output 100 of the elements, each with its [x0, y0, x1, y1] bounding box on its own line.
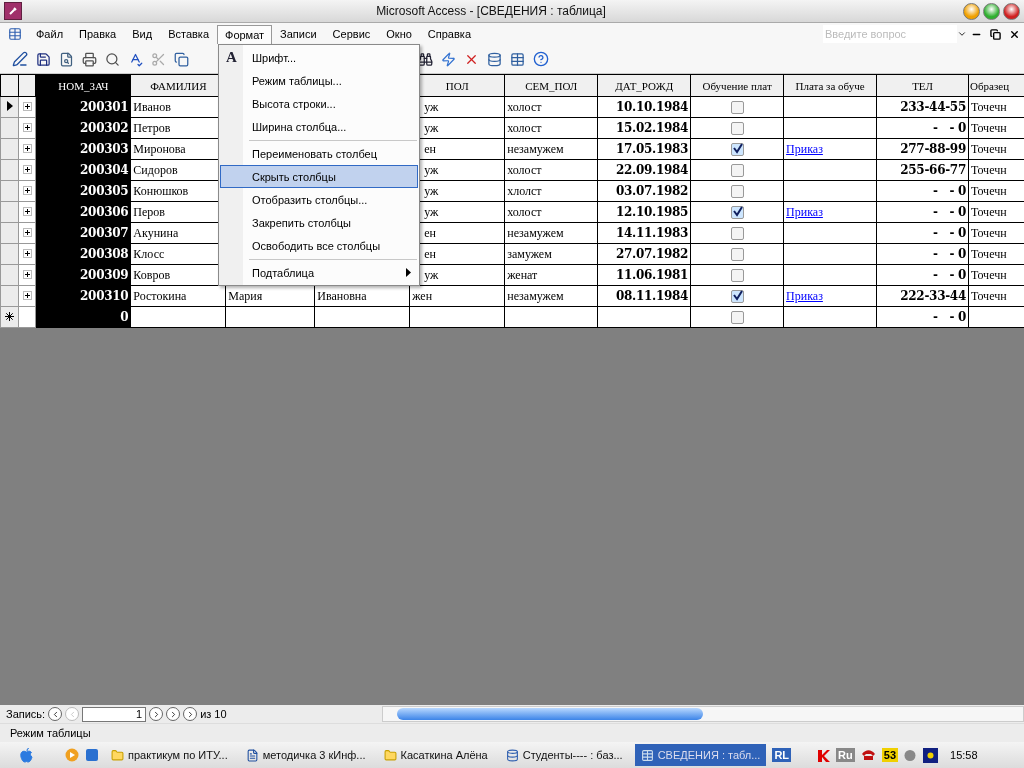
checkbox[interactable]	[730, 143, 744, 157]
phone-icon[interactable]	[860, 749, 876, 761]
table-cell: Акунина	[133, 225, 179, 240]
checkbox[interactable]	[730, 206, 744, 220]
tray-badge[interactable]: 53	[881, 748, 898, 762]
app-icon	[4, 2, 22, 20]
new-record-button[interactable]	[183, 707, 198, 721]
table-cell: Точечн	[971, 246, 1007, 261]
expand-icon[interactable]	[22, 122, 32, 132]
menu-item[interactable]: Скрыть столбцы	[220, 165, 418, 188]
expand-icon[interactable]	[22, 269, 32, 279]
launcher-icon[interactable]	[85, 748, 99, 762]
menu-item[interactable]: Ширина столбца...	[220, 115, 418, 138]
scrollbar-thumb[interactable]	[397, 708, 703, 720]
table-cell: холост	[507, 99, 542, 114]
keyboard-layout-indicator[interactable]: Ru	[836, 748, 855, 762]
expand-icon[interactable]	[22, 164, 32, 174]
antivirus-icon[interactable]	[817, 748, 831, 762]
menu-item[interactable]: Справка	[419, 24, 479, 44]
network-icon[interactable]	[923, 747, 938, 763]
checkbox[interactable]	[730, 101, 744, 115]
taskbar-button[interactable]: СВЕДЕНИЯ : табл...	[634, 744, 767, 766]
menu-item[interactable]: A Шрифт...	[220, 46, 418, 69]
menu-item[interactable]: Формат	[217, 24, 273, 44]
checkbox[interactable]	[730, 122, 744, 136]
table-cell: 200308	[80, 246, 129, 261]
checkbox[interactable]	[730, 269, 744, 283]
expand-icon[interactable]	[22, 206, 32, 216]
table-icon[interactable]	[8, 27, 22, 41]
table-cell: - - 0	[933, 267, 966, 282]
menu-item[interactable]: Закрепить столбцы	[220, 211, 418, 234]
last-record-button[interactable]	[166, 707, 181, 721]
search-icon[interactable]	[59, 51, 74, 67]
preview-icon[interactable]	[105, 51, 120, 67]
menu-item[interactable]: Файл	[28, 24, 72, 44]
folder-icon	[383, 748, 397, 762]
copy-icon[interactable]	[174, 51, 189, 67]
column-header[interactable]: ДАТ_РОЖД	[597, 74, 691, 97]
taskbar-button[interactable]: Студенты---- : баз...	[499, 744, 629, 766]
expand-icon[interactable]	[22, 248, 32, 258]
checkbox[interactable]	[730, 227, 744, 241]
column-header[interactable]: Образец	[968, 74, 1024, 97]
menu-item[interactable]: Вид	[124, 24, 161, 44]
checkbox[interactable]	[730, 185, 744, 199]
printer-icon[interactable]	[82, 51, 97, 67]
checkbox[interactable]	[730, 290, 744, 304]
close-icon[interactable]	[1009, 28, 1020, 40]
checkbox[interactable]	[730, 164, 744, 178]
first-record-button[interactable]	[48, 707, 63, 721]
menu-item[interactable]: Правка	[71, 24, 125, 44]
menu-item[interactable]: Записи	[272, 24, 325, 44]
new-record-icon[interactable]	[441, 51, 456, 67]
expand-icon[interactable]	[22, 185, 32, 195]
next-record-button[interactable]	[149, 707, 164, 721]
row-selector[interactable]	[0, 306, 19, 328]
minimize-button[interactable]	[963, 2, 980, 20]
save-icon[interactable]	[36, 51, 51, 67]
menu-item[interactable]: Освободить все столбцы	[220, 234, 418, 257]
column-header[interactable]: Плата за обуче	[783, 74, 877, 97]
expand-icon[interactable]	[22, 290, 32, 300]
help-field[interactable]: Введите вопрос	[823, 25, 957, 43]
taskbar-button[interactable]: практикум по ИТУ...	[105, 744, 234, 766]
restore-icon[interactable]	[990, 28, 1001, 40]
expand-icon[interactable]	[22, 227, 32, 237]
spelling-icon[interactable]	[128, 51, 143, 67]
dropdown-icon[interactable]	[957, 29, 967, 39]
close-button[interactable]	[1003, 2, 1020, 20]
expand-icon[interactable]	[22, 143, 32, 153]
table-cell: 222-33-44	[900, 288, 966, 303]
column-header[interactable]: НОМ_ЗАЧ	[35, 74, 131, 97]
expand-icon[interactable]	[22, 101, 32, 111]
taskbar-button[interactable]: Касаткина Алёна	[377, 744, 494, 766]
apple-icon[interactable]	[20, 747, 33, 763]
row-selector[interactable]	[0, 96, 19, 118]
record-number-field[interactable]: 1	[82, 706, 147, 722]
menu-item[interactable]: Сервис	[324, 24, 379, 44]
table-cell: Точечн	[971, 162, 1007, 177]
taskbar-button[interactable]: методичка 3 кИнф...	[239, 744, 372, 766]
checkbox[interactable]	[730, 311, 744, 325]
checkbox[interactable]	[730, 248, 744, 262]
table-cell: женат	[507, 267, 538, 282]
table-cell: 255-66-77	[900, 162, 966, 177]
column-header[interactable]: Обучение плат	[690, 74, 784, 97]
table-cell: - - 0	[933, 309, 966, 324]
maximize-button[interactable]	[983, 2, 1000, 20]
menu-item[interactable]: Отобразить столбцы...	[220, 188, 418, 211]
horizontal-scrollbar[interactable]	[382, 706, 1024, 722]
language-indicator[interactable]: RL	[772, 748, 792, 762]
column-header[interactable]: СЕМ_ПОЛ	[504, 74, 598, 97]
table-icon[interactable]	[510, 51, 525, 67]
table-cell: Точечн	[971, 267, 1007, 282]
binoculars-icon[interactable]	[418, 51, 433, 67]
menu-item[interactable]: Вставка	[160, 24, 217, 44]
table-cell: хлолст	[507, 183, 542, 198]
speaker-icon[interactable]	[904, 748, 917, 762]
help-icon[interactable]	[533, 51, 549, 67]
design-view-icon[interactable]	[12, 51, 28, 67]
column-header[interactable]: ТЕЛ	[876, 74, 969, 97]
database-icon[interactable]	[487, 51, 502, 67]
menu-item[interactable]: Окно	[378, 24, 420, 44]
